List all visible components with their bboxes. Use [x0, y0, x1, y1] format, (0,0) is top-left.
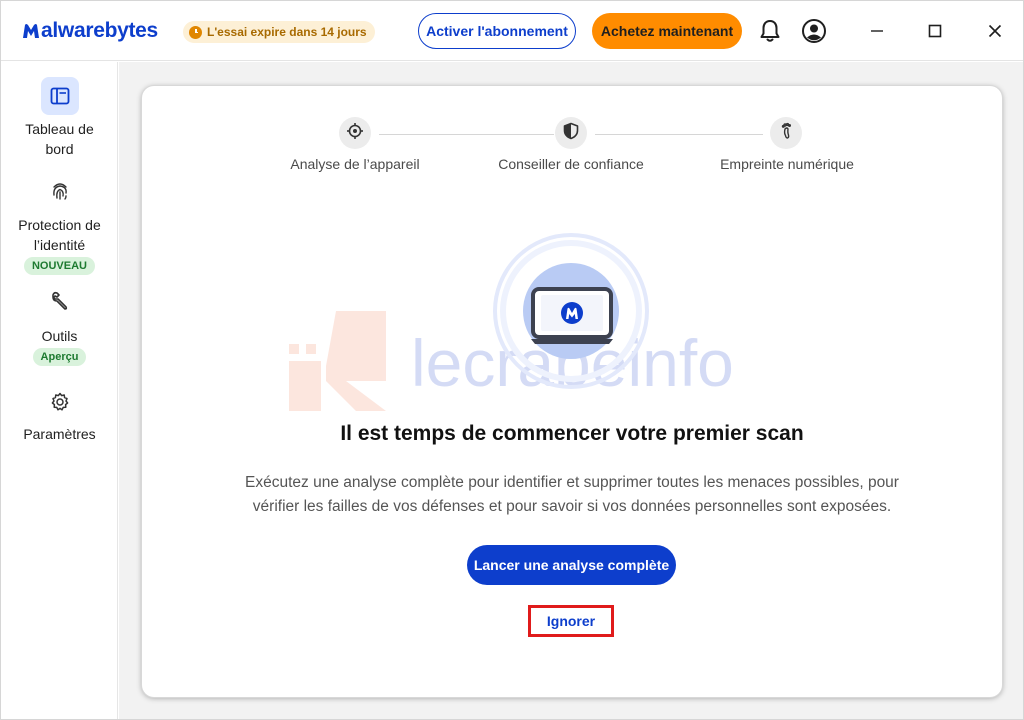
- sidebar-item-label: Tableau de bord: [25, 121, 94, 157]
- laptop-shield-illustration: [493, 233, 649, 389]
- step-label-trusted-advisor: Conseiller de confiance: [498, 156, 644, 172]
- maximize-icon[interactable]: [923, 19, 947, 43]
- sidebar-item-tools[interactable]: Outils Aperçu: [1, 282, 118, 366]
- sidebar-item-dashboard[interactable]: Tableau de bord: [1, 77, 118, 159]
- close-icon[interactable]: [983, 19, 1007, 43]
- fingerprint-icon: [41, 172, 79, 210]
- start-full-scan-button[interactable]: Lancer une analyse complète: [467, 545, 676, 585]
- ignore-button[interactable]: Ignorer: [528, 605, 614, 637]
- new-badge: NOUVEAU: [23, 257, 95, 275]
- shield-icon: [562, 122, 580, 145]
- user-account-icon[interactable]: [801, 18, 827, 44]
- stepper-connector: [595, 134, 763, 135]
- sidebar: Tableau de bord Protection de l’identité…: [1, 62, 118, 719]
- app-window: alwarebytes L'essai expire dans 14 jours…: [0, 0, 1024, 720]
- description-text: Exécutez une analyse complète pour ident…: [245, 474, 899, 515]
- title-bar: alwarebytes L'essai expire dans 14 jours…: [1, 1, 1023, 61]
- trial-badge[interactable]: L'essai expire dans 14 jours: [183, 21, 375, 43]
- sidebar-item-identity-protection[interactable]: Protection de l’identité NOUVEAU: [1, 172, 118, 275]
- step-trusted-advisor: [555, 117, 587, 149]
- logo-m-icon: [21, 21, 41, 41]
- step-label-device-scan: Analyse de l’appareil: [290, 156, 420, 172]
- step-device-scan: [339, 117, 371, 149]
- page-title: Il est temps de commencer votre premier …: [340, 422, 804, 445]
- minimize-icon[interactable]: [865, 19, 889, 43]
- step-digital-footprint: [770, 117, 802, 149]
- gear-icon: [41, 383, 79, 421]
- sidebar-item-label: Protection de l’identité: [18, 217, 101, 253]
- buy-now-button[interactable]: Achetez maintenant: [592, 13, 742, 49]
- preview-badge: Aperçu: [32, 348, 87, 366]
- sidebar-item-label: Outils: [41, 328, 78, 344]
- step-label-digital-footprint: Empreinte numérique: [720, 156, 854, 172]
- sidebar-item-settings[interactable]: Paramètres: [1, 383, 118, 444]
- clock-icon: [189, 25, 202, 39]
- crosshair-icon: [346, 122, 364, 145]
- wrench-icon: [41, 282, 79, 320]
- activate-subscription-button[interactable]: Activer l'abonnement: [418, 13, 576, 49]
- malwarebytes-logo: alwarebytes: [21, 18, 158, 44]
- logo-text: alwarebytes: [41, 19, 158, 42]
- bell-icon[interactable]: [757, 18, 783, 44]
- stepper-connector: [379, 134, 554, 135]
- sidebar-item-label: Paramètres: [23, 426, 96, 442]
- dashboard-icon: [40, 77, 79, 115]
- trial-badge-text: L'essai expire dans 14 jours: [207, 25, 367, 39]
- footprint-icon: [777, 122, 795, 145]
